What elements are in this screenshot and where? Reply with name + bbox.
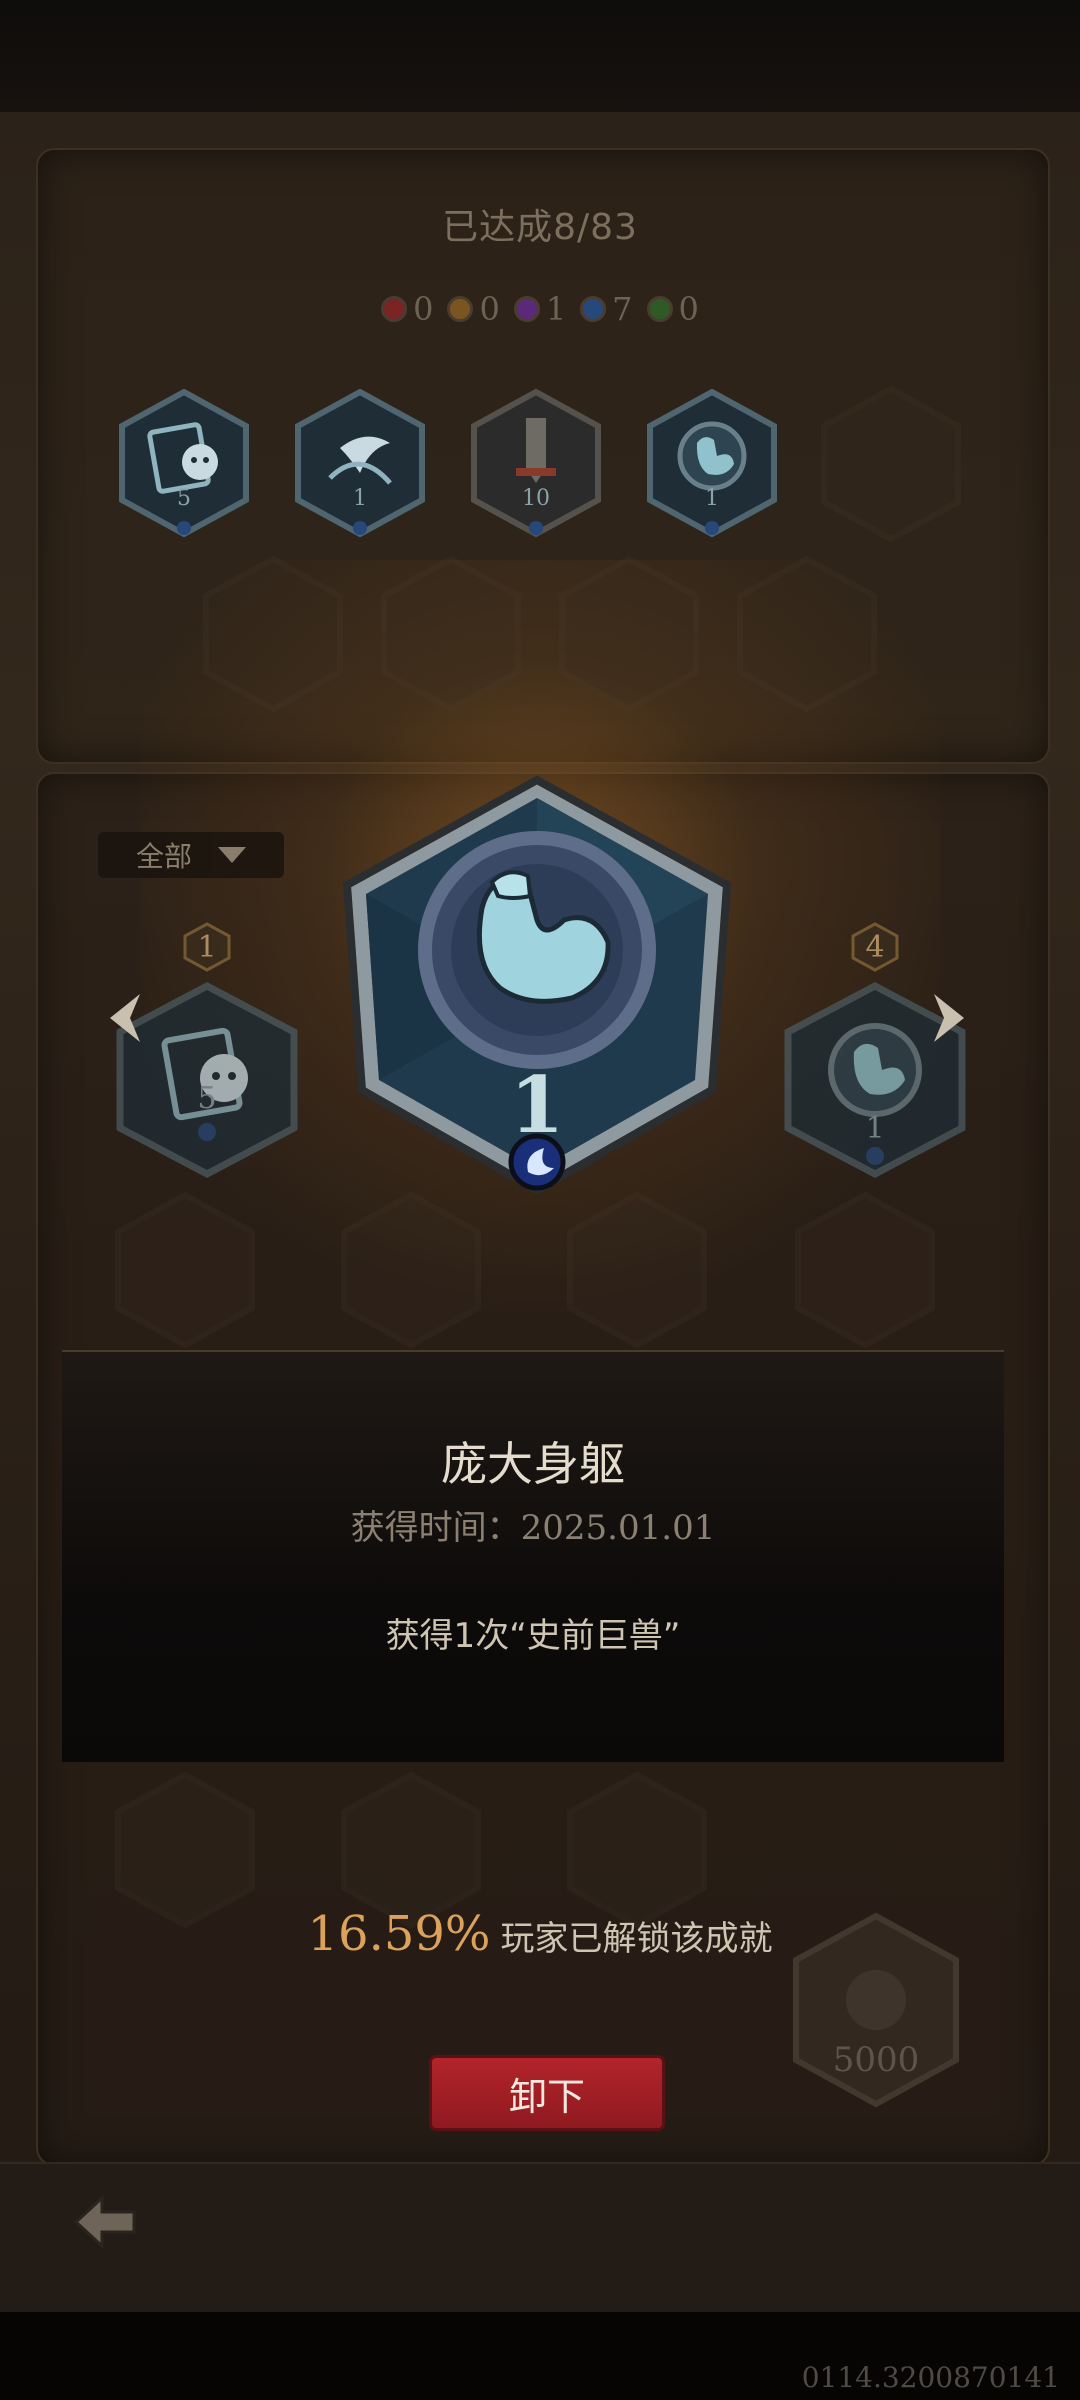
unlock-text: 玩家已解锁该成就 [500, 1919, 773, 1959]
locked-slot[interactable] [790, 1190, 940, 1350]
achievement-name: 庞大身躯 [441, 1437, 625, 1491]
selected-achievement-badge: 1 [332, 770, 742, 1210]
blue-gem-icon [580, 296, 607, 322]
purple-gem-icon [513, 296, 540, 322]
badge-count: 5 [177, 486, 191, 511]
sword-icon [471, 388, 601, 538]
gem-blue: 7 [580, 290, 633, 328]
bottom-bar [0, 2162, 1080, 2314]
gem-purple: 1 [513, 290, 566, 328]
locked-slot[interactable] [562, 1190, 712, 1350]
chevron-left-icon[interactable] [100, 990, 150, 1046]
muscle-arm-icon [647, 388, 777, 538]
gem-orange: 0 [447, 290, 500, 328]
achievement-time: 获得时间：2025.01.01 [62, 1500, 1004, 1549]
badge-count: 1 [865, 1111, 884, 1146]
achievement-description: 获得1次“史前巨兽” [385, 1616, 681, 1656]
dropdown-triangle-icon [218, 847, 246, 863]
red-gem-icon [381, 296, 408, 322]
gem-counts: 0 0 1 7 0 [0, 290, 1080, 328]
locked-slot[interactable] [110, 1190, 260, 1350]
ghost-card-icon [119, 388, 249, 538]
badge-sword[interactable]: 10 [466, 388, 606, 538]
locked-slot[interactable] [198, 554, 348, 714]
badge-count: 10 [522, 486, 550, 511]
locked-badge-value: 5000 [832, 2040, 920, 2080]
locked-slot[interactable] [816, 384, 966, 544]
locked-slot[interactable] [554, 554, 704, 714]
chevron-right-icon[interactable] [924, 990, 974, 1046]
rank-tag: 1 [182, 922, 232, 972]
orange-gem-icon [447, 296, 474, 322]
time-value: 2025.01.01 [520, 1508, 716, 1548]
green-gem-icon [646, 296, 673, 322]
locked-slot[interactable] [376, 554, 526, 714]
back-arrow-icon[interactable] [70, 2192, 140, 2252]
locked-slot[interactable] [732, 554, 882, 714]
badge-claw-moon[interactable]: 1 [290, 388, 430, 538]
achieved-count: 已达成8/83 [442, 207, 638, 248]
locked-slot[interactable] [336, 1190, 486, 1350]
filter-label: 全部 [135, 840, 192, 873]
badge-muscle-arm[interactable]: 1 [642, 388, 782, 538]
gem-red: 0 [381, 290, 433, 328]
badge-count: 1 [705, 486, 719, 511]
claw-moon-icon [295, 388, 425, 538]
unlock-percent: 16.59% [307, 1906, 491, 1962]
footer: 0114.3200870141 [0, 2312, 1080, 2400]
unequip-button[interactable]: 卸下 [432, 2058, 662, 2128]
filter-dropdown[interactable]: 全部 [98, 832, 284, 878]
rank-tag: 4 [850, 922, 900, 972]
achievement-info-panel: 庞大身躯 获得时间：2025.01.01 获得1次“史前巨兽” [62, 1350, 1004, 1762]
time-label: 获得时间： [350, 1508, 521, 1548]
unlock-rate: 16.59% 玩家已解锁该成就 [0, 1906, 1080, 1962]
badge-ghost-card[interactable]: 5 [114, 388, 254, 538]
build-serial: 0114.3200870141 [801, 2361, 1060, 2394]
top-bar [0, 0, 1080, 112]
badge-count: 5 [197, 1081, 216, 1116]
selected-badge-count: 1 [509, 1060, 565, 1151]
badge-count: 1 [353, 486, 367, 511]
gem-green: 0 [646, 290, 699, 328]
